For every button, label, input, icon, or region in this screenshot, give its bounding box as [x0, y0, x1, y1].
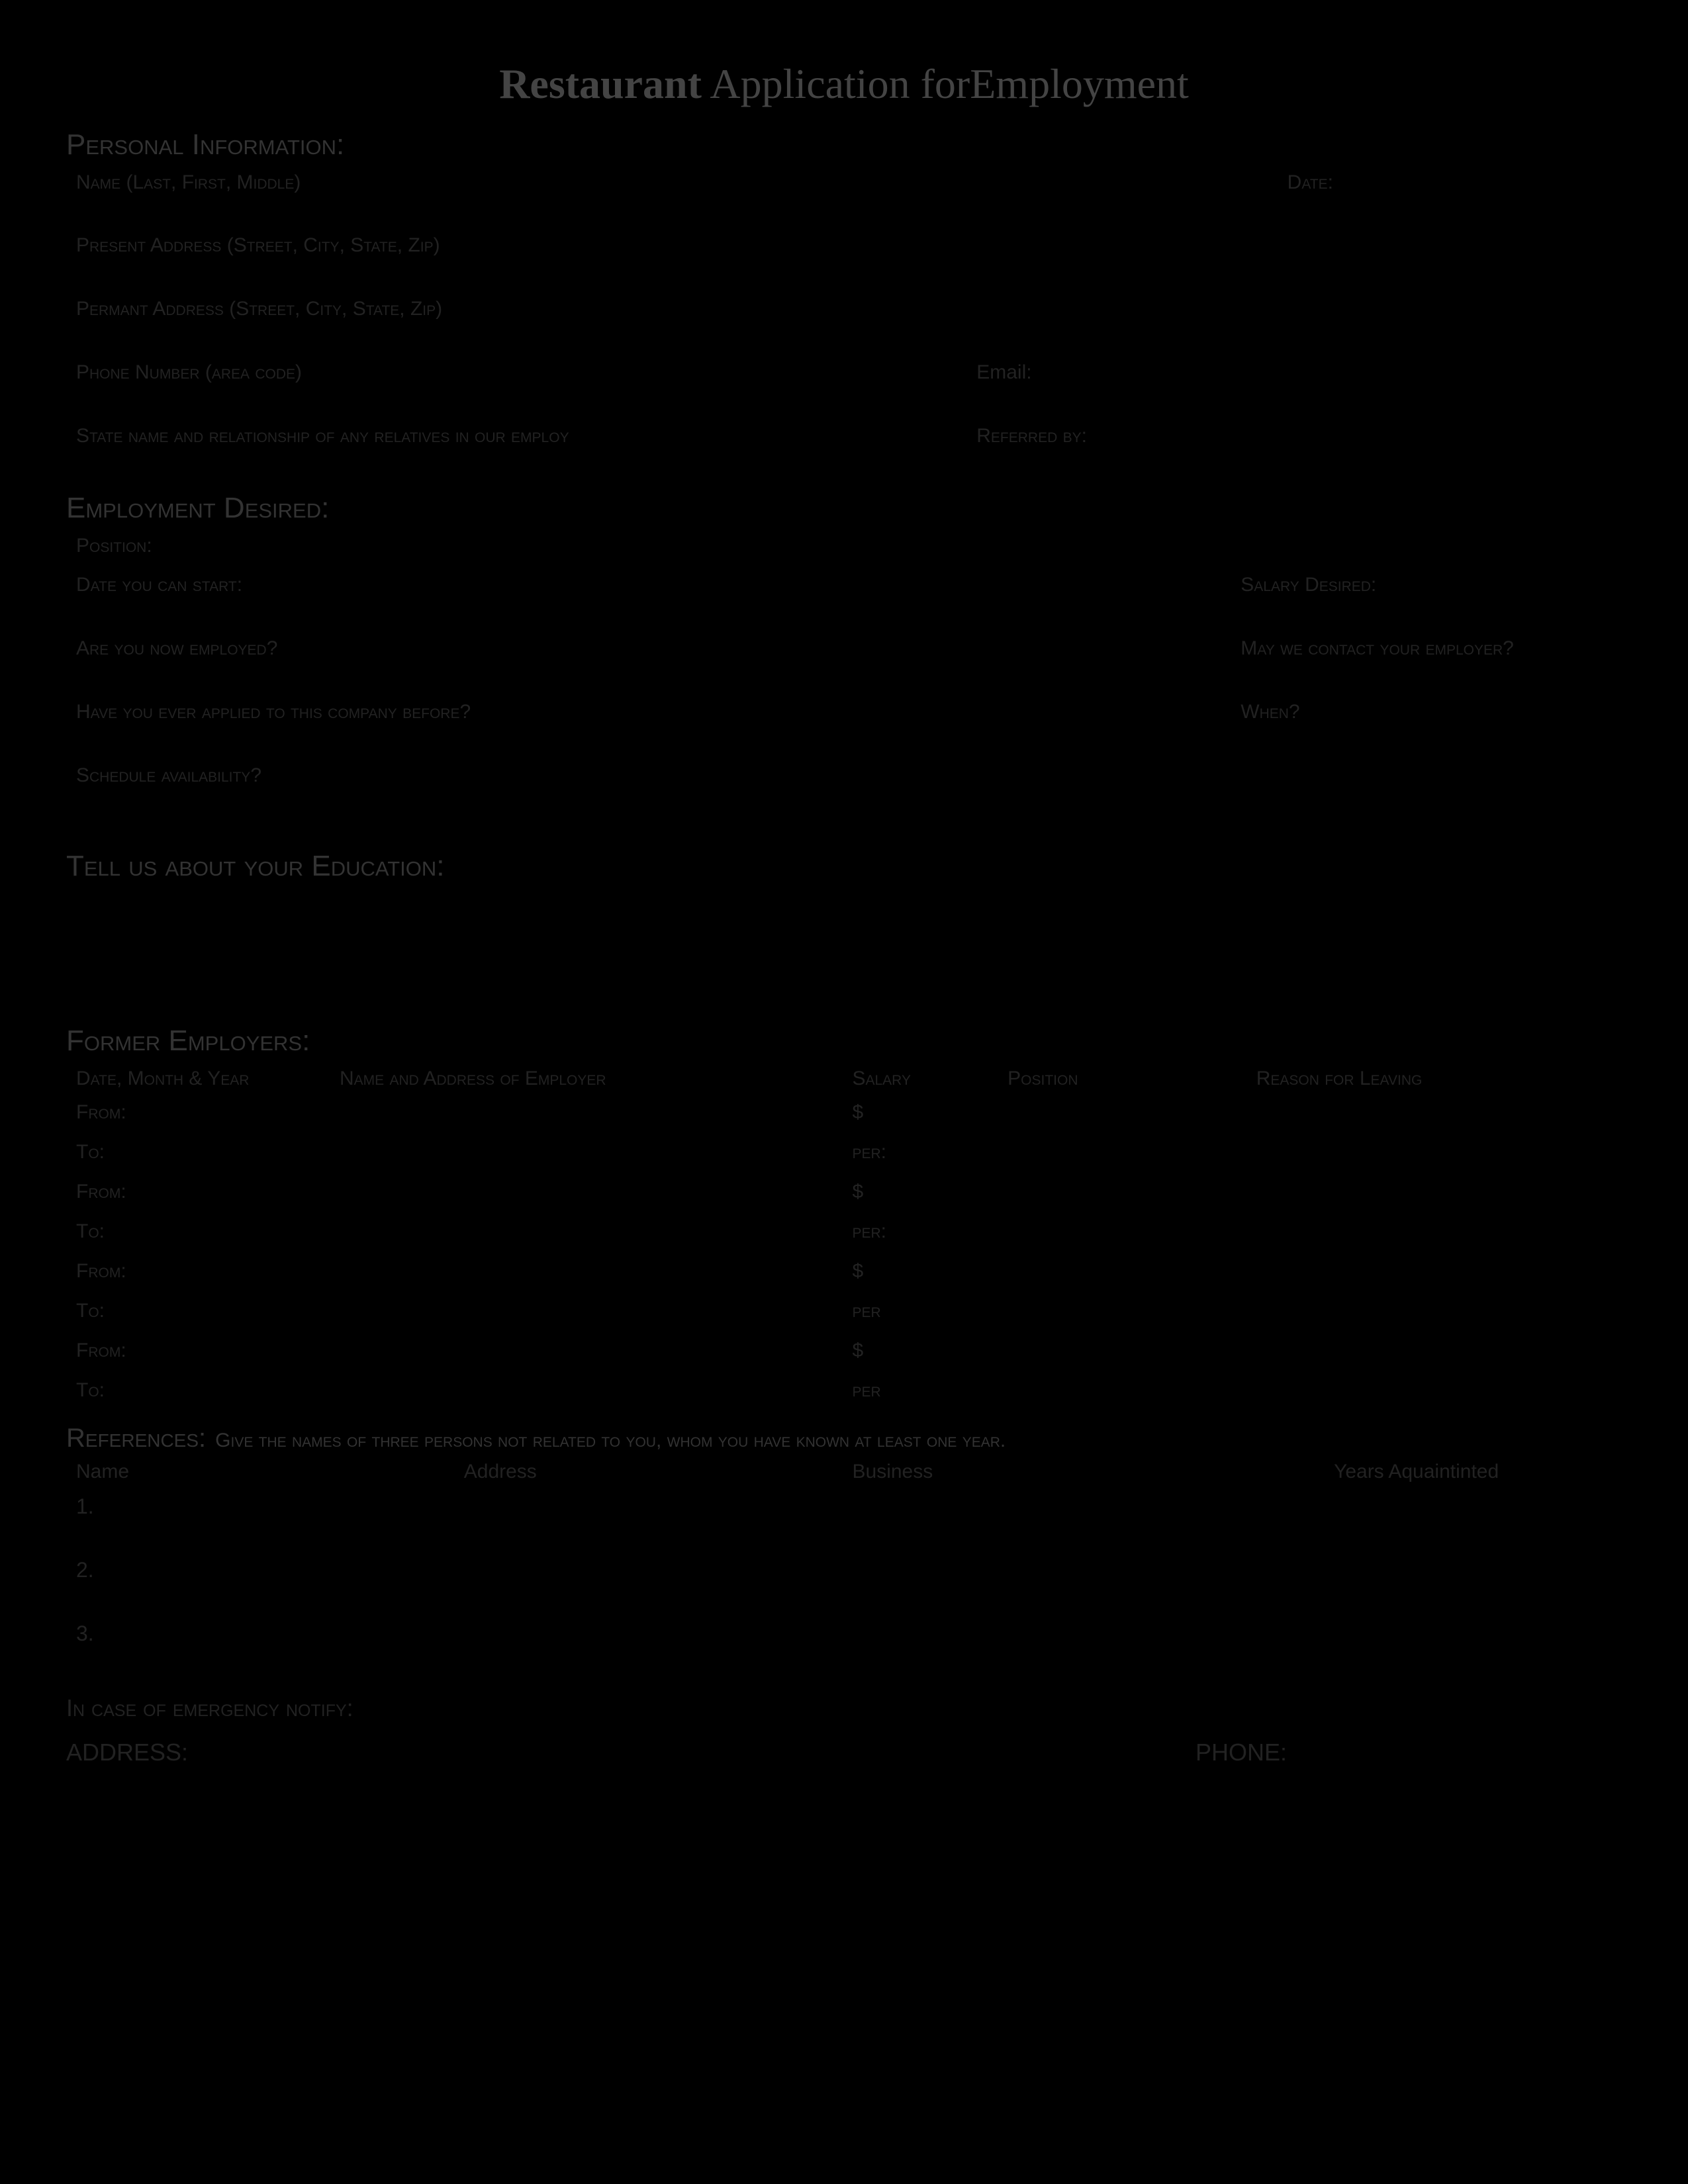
emergency-name-line[interactable] — [359, 1694, 1622, 1716]
fe-position[interactable] — [1000, 1255, 1248, 1334]
emergency-phone-label: PHONE: — [1196, 1739, 1287, 1766]
emergency-address-line[interactable] — [193, 1738, 1182, 1760]
ref-business-3[interactable] — [844, 1616, 1326, 1680]
start-date-field[interactable]: Date you can start: — [68, 569, 1233, 632]
fe-header-name: Name and Address of Employer — [331, 1062, 844, 1096]
personal-heading: Personal Information: — [66, 128, 1622, 161]
fe-reason[interactable] — [1248, 1175, 1620, 1255]
salary-field[interactable]: Salary Desired: — [1233, 569, 1621, 632]
ref-header-business: Business — [844, 1455, 1326, 1489]
personal-table: Name (Last, First, Middle) Date: Present… — [66, 164, 1622, 484]
emergency-address-label: ADDRESS: — [66, 1739, 188, 1766]
fe-header-salary: Salary — [844, 1062, 1000, 1096]
ref-years-2[interactable] — [1326, 1553, 1621, 1616]
fe-dollar[interactable]: $ — [844, 1096, 1000, 1136]
ref-business-1[interactable] — [844, 1489, 1326, 1553]
fe-per[interactable]: per: — [844, 1215, 1000, 1255]
fe-header-date: Date, Month & Year — [68, 1062, 332, 1096]
fe-dollar[interactable]: $ — [844, 1175, 1000, 1215]
ref-business-2[interactable] — [844, 1553, 1326, 1616]
references-table: Name Address Business Years Aquaintinted… — [66, 1453, 1622, 1680]
fe-employer[interactable] — [331, 1334, 844, 1414]
fe-employer[interactable] — [331, 1255, 844, 1334]
former-employers-heading: Former Employers: — [66, 1024, 1622, 1058]
references-heading: References: — [66, 1424, 206, 1453]
phone-field[interactable]: Phone Number (area code) — [68, 356, 968, 420]
fe-per[interactable]: per — [844, 1374, 1000, 1414]
fe-position[interactable] — [1000, 1175, 1248, 1255]
fe-from[interactable]: From: — [68, 1255, 332, 1295]
fe-position[interactable] — [1000, 1334, 1248, 1414]
date-field[interactable]: Date: — [1279, 165, 1620, 229]
employment-heading: Employment Desired: — [66, 492, 1622, 525]
referred-field[interactable]: Referred by: — [968, 420, 1621, 483]
title-mid: Application for — [702, 60, 970, 107]
title-bold: Restaurant — [499, 60, 702, 107]
ref-header-name: Name — [68, 1455, 456, 1489]
fe-to[interactable]: To: — [68, 1136, 332, 1175]
ref-header-address: Address — [455, 1455, 844, 1489]
present-address-field[interactable]: Present Address (Street, City, State, Zi… — [68, 229, 1621, 293]
when-field[interactable]: When? — [1233, 696, 1621, 759]
position-field[interactable]: Position: — [68, 529, 1621, 569]
relatives-field[interactable]: State name and relationship of any relat… — [68, 420, 968, 483]
ref-name-3[interactable]: 3. — [68, 1616, 456, 1680]
ref-name-1[interactable]: 1. — [68, 1489, 456, 1553]
name-field[interactable]: Name (Last, First, Middle) — [68, 165, 1280, 229]
fe-header-position: Position — [1000, 1062, 1248, 1096]
fe-per[interactable]: per: — [844, 1136, 1000, 1175]
emergency-phone-line[interactable] — [1292, 1738, 1622, 1760]
fe-from[interactable]: From: — [68, 1096, 332, 1136]
fe-dollar[interactable]: $ — [844, 1255, 1000, 1295]
contact-field[interactable]: May we contact your employer? — [1233, 632, 1621, 696]
schedule-field[interactable]: Schedule availability? — [68, 759, 1621, 823]
ref-address-2[interactable] — [455, 1553, 844, 1616]
ref-years-3[interactable] — [1326, 1616, 1621, 1680]
employment-table: Position: Date you can start: Salary Des… — [66, 527, 1622, 823]
fe-per[interactable]: per — [844, 1295, 1000, 1334]
fe-position[interactable] — [1000, 1096, 1248, 1175]
fe-to[interactable]: To: — [68, 1215, 332, 1255]
emergency-heading: In case of emergency notify: — [66, 1694, 353, 1722]
ref-years-1[interactable] — [1326, 1489, 1621, 1553]
fe-to[interactable]: To: — [68, 1374, 332, 1414]
employed-field[interactable]: Are you now employed? — [68, 632, 1233, 696]
page-title: Restaurant Application forEmployment — [66, 60, 1622, 109]
permanent-address-field[interactable]: Permant Address (Street, City, State, Zi… — [68, 293, 1621, 356]
references-subtext: Give the names of three persons not rela… — [215, 1430, 1006, 1452]
fe-reason[interactable] — [1248, 1334, 1620, 1414]
fe-employer[interactable] — [331, 1096, 844, 1175]
fe-dollar[interactable]: $ — [844, 1334, 1000, 1374]
email-field[interactable]: Email: — [968, 356, 1621, 420]
former-employers-table: Date, Month & Year Name and Address of E… — [66, 1060, 1622, 1414]
fe-employer[interactable] — [331, 1175, 844, 1255]
fe-reason[interactable] — [1248, 1255, 1620, 1334]
education-line-1[interactable] — [66, 886, 1622, 945]
education-line-2[interactable] — [66, 945, 1622, 1005]
ref-header-years: Years Aquaintinted — [1326, 1455, 1621, 1489]
education-heading: Tell us about your Education: — [66, 850, 1622, 883]
ref-address-1[interactable] — [455, 1489, 844, 1553]
ref-address-3[interactable] — [455, 1616, 844, 1680]
applied-field[interactable]: Have you ever applied to this company be… — [68, 696, 1233, 759]
fe-reason[interactable] — [1248, 1096, 1620, 1175]
fe-from[interactable]: From: — [68, 1334, 332, 1374]
ref-name-2[interactable]: 2. — [68, 1553, 456, 1616]
fe-to[interactable]: To: — [68, 1295, 332, 1334]
title-end: Employment — [970, 60, 1189, 107]
fe-from[interactable]: From: — [68, 1175, 332, 1215]
fe-header-reason: Reason for Leaving — [1248, 1062, 1620, 1096]
